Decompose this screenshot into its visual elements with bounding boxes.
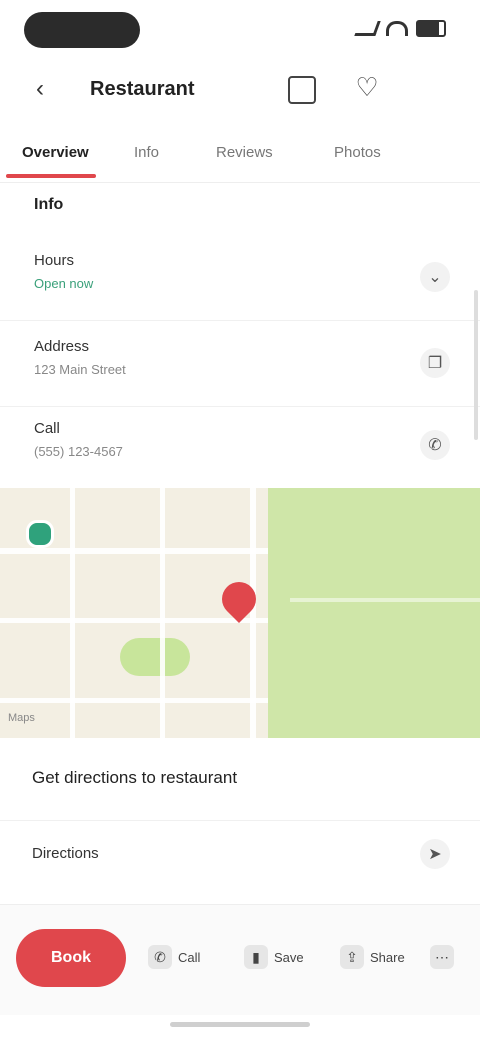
status-time — [24, 12, 140, 48]
phone-title: Call — [34, 420, 60, 437]
map-park-area — [268, 488, 480, 738]
directions-row[interactable]: Directions ➤ — [0, 820, 480, 885]
phone-icon[interactable]: ✆ — [420, 430, 450, 460]
status-icons — [354, 20, 446, 37]
active-tab-indicator — [6, 174, 96, 178]
share-action[interactable]: ⇪ Share — [340, 935, 410, 979]
more-icon: ⋯ — [430, 945, 454, 969]
directions-label: Directions — [32, 845, 99, 862]
status-bar — [0, 0, 480, 64]
copy-icon[interactable]: ❐ — [420, 348, 450, 378]
address-title: Address — [34, 338, 90, 355]
scrollbar[interactable] — [474, 290, 478, 440]
phone-row[interactable]: Call (555) 123-4567 ✆ — [0, 408, 480, 489]
address-value: 123 Main Street — [34, 362, 126, 377]
bottom-action-bar: Book ✆ Call ▮ Save ⇪ Share ⋯ — [0, 904, 480, 1015]
share-icon: ⇪ — [340, 945, 364, 969]
tab-info[interactable]: Info — [134, 144, 159, 161]
address-row[interactable]: Address 123 Main Street ❐ — [0, 326, 480, 407]
more-action[interactable]: ⋯ — [430, 935, 476, 979]
share-icon[interactable] — [288, 76, 316, 104]
map-path — [290, 598, 480, 602]
back-arrow-icon[interactable]: ‹ — [36, 77, 58, 101]
map-road — [0, 548, 268, 554]
hours-title: Hours — [34, 252, 75, 269]
wifi-icon — [386, 21, 408, 36]
current-location-marker — [26, 520, 54, 548]
map-road — [0, 618, 268, 623]
map-green-area — [120, 638, 190, 676]
tab-bar: Overview Info Reviews Photos — [0, 126, 480, 183]
phone-icon: ✆ — [148, 945, 172, 969]
cellular-signal-icon — [354, 21, 381, 36]
battery-icon — [416, 20, 446, 37]
section-title: Info — [34, 196, 64, 213]
save-action[interactable]: ▮ Save — [244, 935, 314, 979]
hours-status: Open now — [34, 276, 94, 291]
tab-reviews[interactable]: Reviews — [216, 144, 273, 161]
tab-overview[interactable]: Overview — [22, 144, 89, 161]
share-action-label: Share — [370, 949, 405, 965]
tab-photos[interactable]: Photos — [334, 144, 381, 161]
heart-icon[interactable]: ♡ — [354, 74, 380, 100]
call-action-label: Call — [178, 949, 201, 965]
home-indicator[interactable] — [170, 1022, 310, 1027]
page-title: Restaurant — [90, 78, 195, 100]
save-action-label: Save — [274, 949, 304, 965]
bookmark-icon: ▮ — [244, 945, 268, 969]
book-button[interactable]: Book — [16, 929, 126, 987]
call-action[interactable]: ✆ Call — [148, 935, 218, 979]
hours-row[interactable]: Hours Open now ⌄ — [0, 240, 480, 321]
map-attribution: Maps — [8, 712, 35, 724]
top-app-bar: ‹ Restaurant ♡ — [0, 60, 480, 120]
phone-value: (555) 123-4567 — [34, 444, 123, 459]
map-road — [0, 698, 268, 703]
navigate-icon[interactable]: ➤ — [420, 839, 450, 869]
chevron-down-icon[interactable]: ⌄ — [420, 262, 450, 292]
get-directions-link[interactable]: Get directions to restaurant — [32, 768, 237, 788]
